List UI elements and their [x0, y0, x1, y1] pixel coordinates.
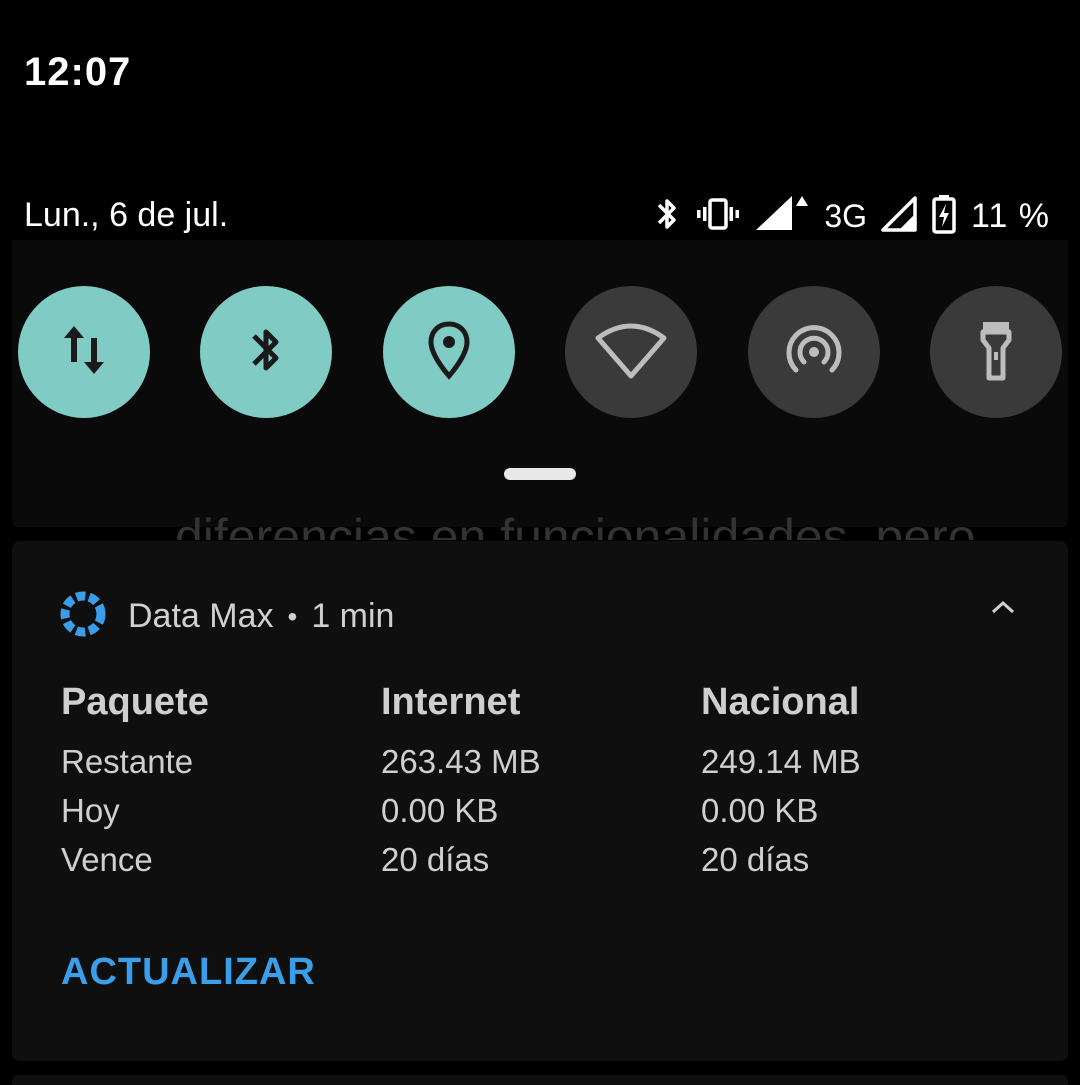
- bluetooth-icon: [246, 320, 286, 385]
- tile-wifi[interactable]: [565, 286, 698, 418]
- status-icons: 3G 11 %: [652, 194, 1050, 238]
- battery-percent: 11 %: [971, 196, 1050, 235]
- cell: 20 días: [701, 841, 810, 878]
- signal-strength-2-icon: [881, 194, 917, 239]
- notification-header: Data Max • 1 min: [60, 591, 394, 642]
- column-paquete: Paquete Restante Hoy Vence: [61, 681, 381, 884]
- cell: Restante: [61, 743, 194, 780]
- expand-handle[interactable]: [504, 468, 576, 480]
- notification-app-name: Data Max: [128, 597, 274, 635]
- cell: 249.14 MB: [701, 743, 861, 780]
- column-header: Internet: [381, 681, 521, 723]
- collapse-button[interactable]: [990, 599, 1016, 620]
- flashlight-icon: [976, 318, 1016, 387]
- tile-mobile-data[interactable]: [18, 286, 150, 418]
- tile-location[interactable]: [382, 286, 515, 418]
- data-max-app-icon: [60, 591, 106, 642]
- cell: 263.43 MB: [381, 743, 541, 780]
- date-label: Lun., 6 de jul.: [24, 196, 229, 234]
- notification-time: 1 min: [311, 597, 395, 635]
- data-transfer-icon: [60, 322, 108, 383]
- tile-hotspot[interactable]: [747, 286, 880, 418]
- actualizar-button[interactable]: ACTUALIZAR: [61, 951, 316, 994]
- column-header: Paquete: [61, 681, 209, 723]
- tile-flashlight[interactable]: [929, 286, 1062, 418]
- header-separator: •: [287, 600, 298, 632]
- quick-settings-tiles: [18, 286, 1062, 418]
- vibrate-icon: [696, 196, 740, 237]
- cell: Vence: [61, 841, 153, 878]
- cell: 0.00 KB: [381, 792, 499, 829]
- battery-charging-icon: [931, 194, 957, 239]
- tile-bluetooth[interactable]: [200, 286, 333, 418]
- bluetooth-status-icon: [652, 194, 682, 239]
- notification-card[interactable]: Data Max • 1 min Paquete Restante Hoy Ve…: [12, 541, 1068, 1061]
- status-time: 12:07: [24, 50, 132, 94]
- signal-strength-icon: [754, 194, 810, 239]
- location-pin-icon: [426, 320, 472, 385]
- chevron-up-icon: [990, 600, 1016, 619]
- cell: 20 días: [381, 841, 490, 878]
- cell: Hoy: [61, 792, 120, 829]
- cell: 0.00 KB: [701, 792, 819, 829]
- column-header: Nacional: [701, 681, 860, 723]
- column-internet: Internet 263.43 MB 0.00 KB 20 días: [381, 681, 701, 884]
- background-text: diferencias en funcionalidades, pero: [175, 509, 976, 540]
- wifi-icon: [594, 320, 668, 385]
- hotspot-icon: [782, 320, 846, 385]
- network-type-label: 3G: [824, 197, 868, 234]
- next-notification-edge: [12, 1075, 1068, 1085]
- column-nacional: Nacional 249.14 MB 0.00 KB 20 días: [701, 681, 1021, 884]
